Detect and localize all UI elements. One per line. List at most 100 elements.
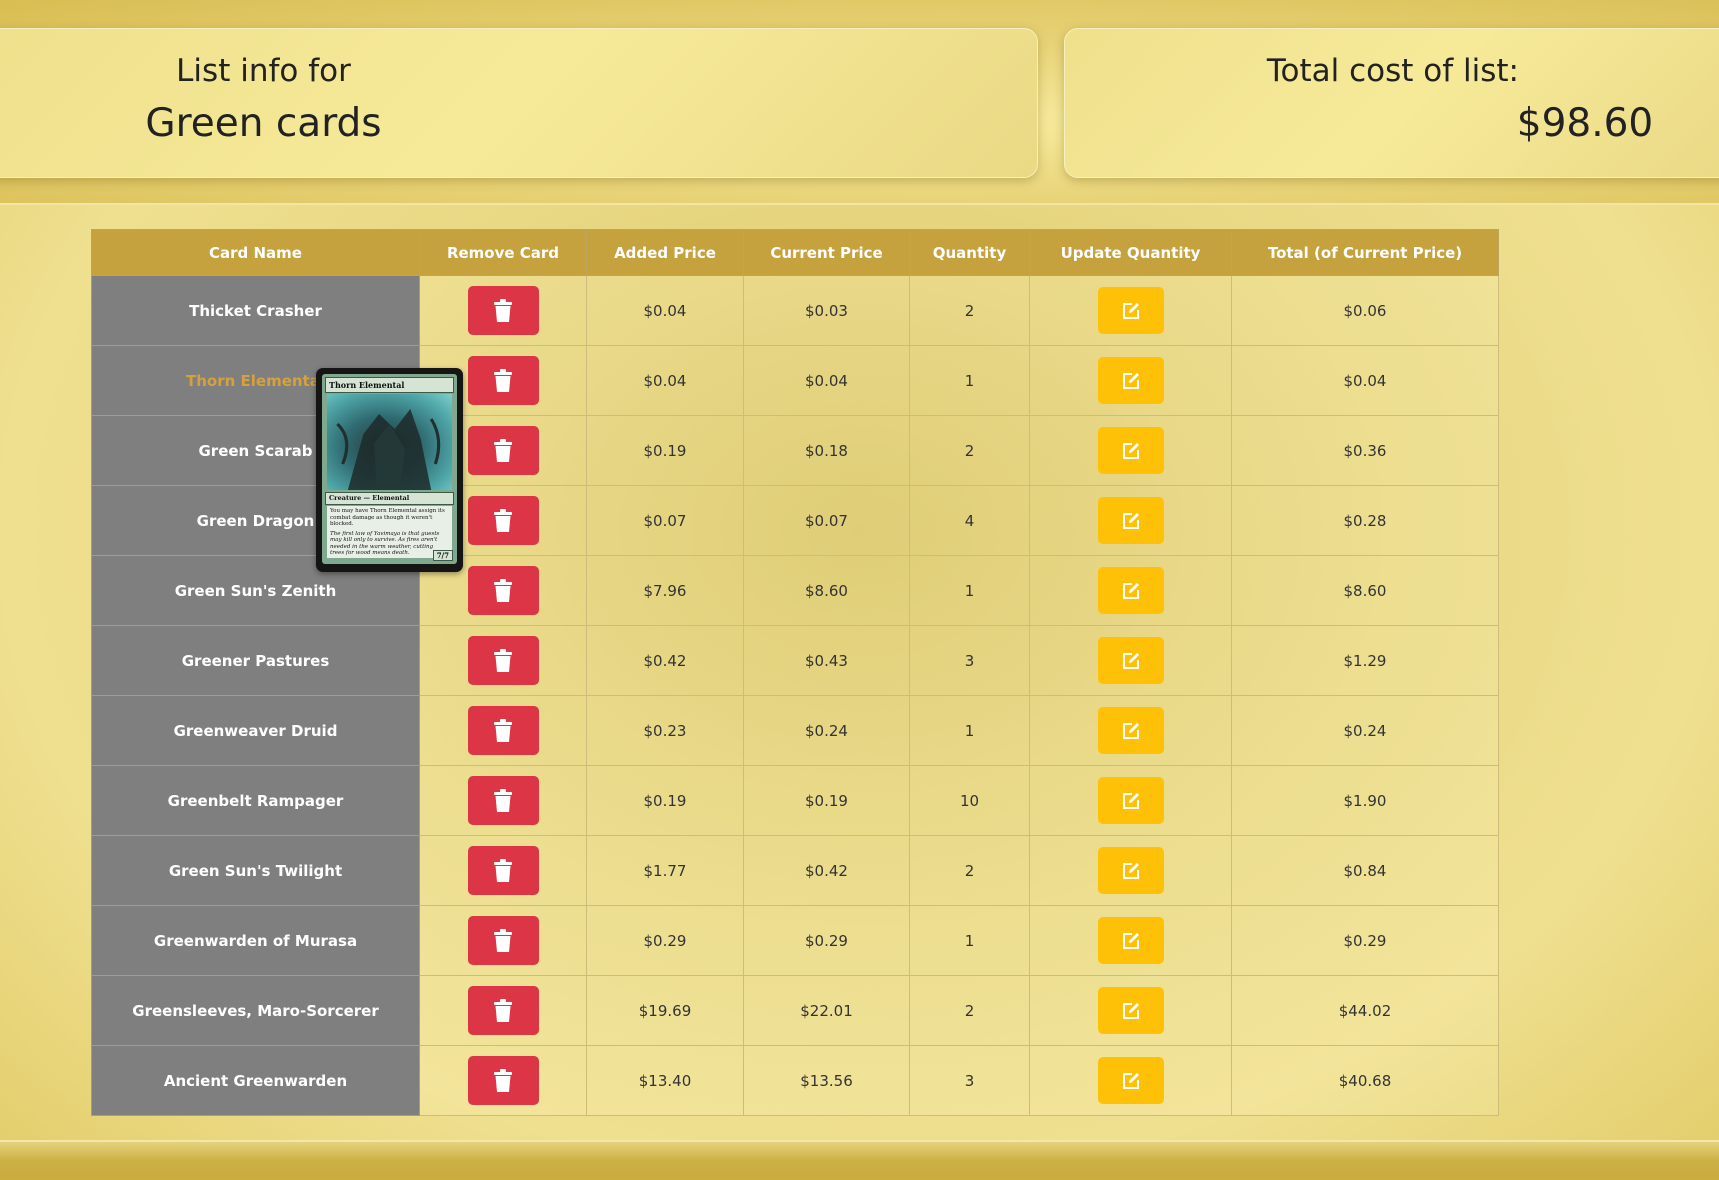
update-quantity-button[interactable] — [1097, 357, 1164, 404]
remove-card-button[interactable] — [467, 636, 539, 685]
card-name-link[interactable]: Green Sun's Zenith — [175, 582, 337, 600]
remove-card-button[interactable] — [467, 356, 539, 405]
card-name-cell[interactable]: Greenwarden of Murasa — [91, 905, 420, 976]
quantity-cell: 1 — [909, 695, 1030, 766]
card-name-cell[interactable]: Green Sun's Twilight — [91, 835, 420, 906]
edit-icon — [1122, 512, 1139, 529]
update-quantity-button[interactable] — [1097, 497, 1164, 544]
added-price-cell: $0.04 — [586, 275, 744, 346]
card-name-link[interactable]: Green Scarab — [198, 442, 312, 460]
edit-icon — [1122, 862, 1139, 879]
quantity-cell: 3 — [909, 1045, 1030, 1116]
quantity-cell: 2 — [909, 835, 1030, 906]
total-price-cell: $1.90 — [1231, 765, 1499, 836]
quantity-cell: 1 — [909, 905, 1030, 976]
card-name-link[interactable]: Green Dragon — [197, 512, 315, 530]
current-price-cell: $0.03 — [743, 275, 910, 346]
card-preview-title: Thorn Elemental — [325, 377, 454, 393]
card-name-cell[interactable]: Thicket Crasher — [91, 275, 420, 346]
added-price-cell: $7.96 — [586, 555, 744, 626]
column-header-remove-card: Remove Card — [419, 229, 587, 276]
current-price-cell: $0.19 — [743, 765, 910, 836]
remove-card-button[interactable] — [467, 986, 539, 1035]
table-row: Green Scarab $0.19 $0.18 2 $0.36 — [91, 415, 1499, 486]
remove-card-cell — [419, 765, 587, 836]
edit-icon — [1122, 372, 1139, 389]
quantity-cell: 1 — [909, 345, 1030, 416]
update-quantity-button[interactable] — [1097, 917, 1164, 964]
total-price-cell: $8.60 — [1231, 555, 1499, 626]
added-price-cell: $0.07 — [586, 485, 744, 556]
quantity-cell: 2 — [909, 415, 1030, 486]
total-price-cell: $40.68 — [1231, 1045, 1499, 1116]
total-price-cell: $0.24 — [1231, 695, 1499, 766]
added-price-cell: $0.29 — [586, 905, 744, 976]
update-quantity-button[interactable] — [1097, 567, 1164, 614]
update-quantity-button[interactable] — [1097, 637, 1164, 684]
update-quantity-button[interactable] — [1097, 987, 1164, 1034]
current-price-cell: $0.04 — [743, 345, 910, 416]
current-price-cell: $0.43 — [743, 625, 910, 696]
list-info-panel: List info for Green cards — [0, 28, 1038, 178]
column-header-total: Total (of Current Price) — [1231, 229, 1499, 276]
total-price-cell: $0.04 — [1231, 345, 1499, 416]
update-quantity-button[interactable] — [1097, 707, 1164, 754]
table-header-row: Card Name Remove Card Added Price Curren… — [91, 229, 1499, 276]
trash-icon — [494, 858, 512, 882]
remove-card-button[interactable] — [467, 846, 539, 895]
remove-card-button[interactable] — [467, 286, 539, 335]
remove-card-button[interactable] — [467, 776, 539, 825]
remove-card-button[interactable] — [467, 426, 539, 475]
total-price-cell: $44.02 — [1231, 975, 1499, 1046]
card-name-link[interactable]: Thicket Crasher — [189, 302, 322, 320]
column-header-added-price: Added Price — [586, 229, 744, 276]
card-name-link[interactable]: Greener Pastures — [182, 652, 330, 670]
remove-card-button[interactable] — [467, 1056, 539, 1105]
card-name-link[interactable]: Ancient Greenwarden — [164, 1072, 347, 1090]
card-name-cell[interactable]: Greener Pastures — [91, 625, 420, 696]
current-price-cell: $0.24 — [743, 695, 910, 766]
remove-card-button[interactable] — [467, 706, 539, 755]
card-name-link[interactable]: Greenweaver Druid — [174, 722, 338, 740]
total-cost-value: $98.60 — [1516, 101, 1654, 146]
table-row: Ancient Greenwarden $13.40 $13.56 3 $40.68 — [91, 1045, 1499, 1116]
current-price-cell: $8.60 — [743, 555, 910, 626]
added-price-cell: $0.19 — [586, 765, 744, 836]
update-quantity-button[interactable] — [1097, 777, 1164, 824]
trash-icon — [494, 1068, 512, 1092]
trash-icon — [494, 928, 512, 952]
update-quantity-button[interactable] — [1097, 287, 1164, 334]
added-price-cell: $0.19 — [586, 415, 744, 486]
footer-strip — [0, 1140, 1719, 1180]
card-name-link[interactable]: Greensleeves, Maro-Sorcerer — [132, 1002, 378, 1020]
card-name-cell[interactable]: Ancient Greenwarden — [91, 1045, 420, 1116]
total-price-cell: $1.29 — [1231, 625, 1499, 696]
card-name-link[interactable]: Green Sun's Twilight — [169, 862, 342, 880]
card-name-cell[interactable]: Greenbelt Rampager — [91, 765, 420, 836]
card-name-cell[interactable]: Greenweaver Druid — [91, 695, 420, 766]
edit-icon — [1122, 722, 1139, 739]
update-quantity-button[interactable] — [1097, 847, 1164, 894]
remove-card-button[interactable] — [467, 916, 539, 965]
total-price-cell: $0.36 — [1231, 415, 1499, 486]
edit-icon — [1122, 1072, 1139, 1089]
table-row: Greenwarden of Murasa $0.29 $0.29 1 $0.29 — [91, 905, 1499, 976]
current-price-cell: $0.18 — [743, 415, 910, 486]
update-quantity-button[interactable] — [1097, 427, 1164, 474]
trash-icon — [494, 368, 512, 392]
total-cost-label: Total cost of list: — [1266, 53, 1519, 89]
card-name-cell[interactable]: Greensleeves, Maro-Sorcerer — [91, 975, 420, 1046]
remove-card-button[interactable] — [467, 566, 539, 615]
update-quantity-button[interactable] — [1097, 1057, 1164, 1104]
column-header-update-quantity: Update Quantity — [1029, 229, 1232, 276]
card-name-link[interactable]: Greenbelt Rampager — [168, 792, 344, 810]
table-row: Thicket Crasher $0.04 $0.03 2 $0.06 — [91, 275, 1499, 346]
trash-icon — [494, 788, 512, 812]
card-name-link[interactable]: Greenwarden of Murasa — [154, 932, 357, 950]
card-name-link[interactable]: Thorn Elemental — [186, 372, 325, 390]
total-price-cell: $0.06 — [1231, 275, 1499, 346]
current-price-cell: $13.56 — [743, 1045, 910, 1116]
added-price-cell: $0.42 — [586, 625, 744, 696]
remove-card-button[interactable] — [467, 496, 539, 545]
update-quantity-cell — [1029, 905, 1232, 976]
